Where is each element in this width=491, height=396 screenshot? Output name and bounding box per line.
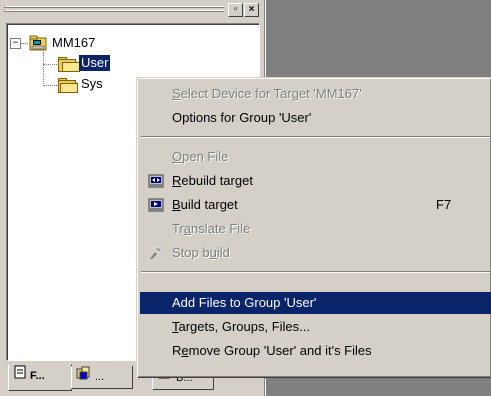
menu-item-label: Options for Group 'User' <box>172 110 312 125</box>
menu-item-label: Remove Group 'User' and it's Files <box>172 343 372 358</box>
menu-item-label: Add Files to Group 'User' <box>172 295 317 310</box>
menu-item-label: Open File <box>172 149 229 164</box>
target-icon <box>29 34 49 52</box>
context-menu: Select Device for Target 'MM167' Options… <box>136 77 491 378</box>
menu-item-select-device[interactable]: Select Device for Target 'MM167' <box>140 83 491 105</box>
menu-item-open-file[interactable]: Open File <box>140 146 491 168</box>
menu-item-label: Stop build <box>172 245 230 260</box>
menu-item-label: Rebuild target <box>172 173 253 188</box>
tab-books-label: ... <box>95 371 105 383</box>
panel-grip-line <box>4 11 224 12</box>
tab-books[interactable]: ... <box>71 366 133 389</box>
menu-item-options-for-group[interactable]: Options for Group 'User' <box>140 107 491 129</box>
menu-separator <box>141 136 490 138</box>
menu-item-add-files-to-group[interactable]: Add Files to Group 'User' <box>140 292 491 314</box>
shortcut-label: F7 <box>436 197 452 212</box>
tree-line <box>43 52 44 86</box>
books-icon <box>76 366 92 388</box>
tree-node-user-label[interactable]: User <box>79 55 111 71</box>
maximize-icon: ▫ <box>233 4 238 15</box>
tab-files[interactable]: F... <box>8 364 72 391</box>
panel-grip-line <box>4 7 224 8</box>
tree-line <box>43 64 57 65</box>
menu-item-targets-groups-files[interactable]: Targets, Groups, Files... <box>140 316 491 338</box>
menu-item-rebuild-target[interactable]: Rebuild target <box>140 170 491 192</box>
build-icon <box>148 197 164 213</box>
folder-icon <box>58 78 78 93</box>
menu-item-translate-file[interactable]: Translate File <box>140 218 491 240</box>
maximize-button[interactable]: ▫ <box>228 3 243 17</box>
open-folder-icon <box>58 57 80 72</box>
close-icon: × <box>248 4 255 15</box>
tab-files-label: F... <box>30 370 45 382</box>
menu-item-remove-group[interactable]: Remove Group 'User' and it's Files <box>140 340 491 362</box>
stop-build-icon <box>148 245 164 261</box>
tree-node-root-label[interactable]: MM167 <box>52 35 95 51</box>
files-icon <box>13 365 27 387</box>
menu-item-label: Translate File <box>172 221 251 236</box>
close-button[interactable]: × <box>244 3 259 17</box>
tree-line <box>43 85 57 86</box>
menu-item-build-target[interactable]: Build target F7 <box>140 194 491 216</box>
menu-item-stop-build[interactable]: Stop build <box>140 242 491 264</box>
menu-separator <box>141 271 490 273</box>
menu-item-label: Targets, Groups, Files... <box>172 319 310 334</box>
rebuild-icon <box>148 173 164 189</box>
menu-item-label: Build target <box>172 197 238 212</box>
minus-icon: − <box>12 38 19 48</box>
tree-node-sys-label[interactable]: Sys <box>81 76 103 92</box>
collapse-toggle[interactable]: − <box>10 38 21 49</box>
menu-item-label: Select Device for Target 'MM167' <box>172 86 362 101</box>
tree-line <box>21 43 28 44</box>
